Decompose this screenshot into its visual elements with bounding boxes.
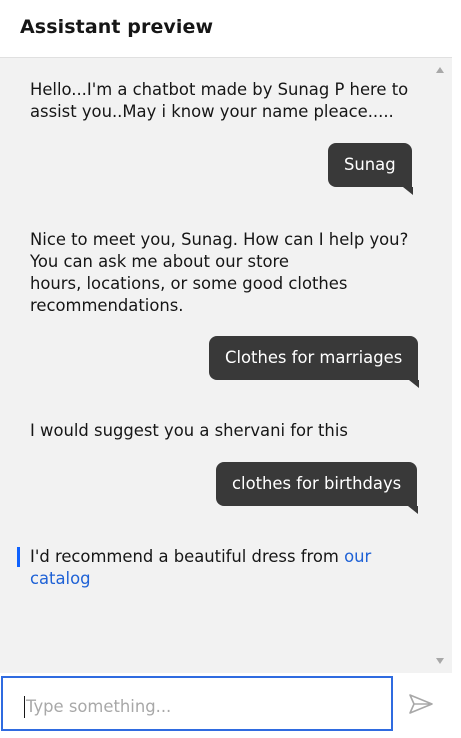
page-title: Assistant preview [20, 16, 214, 38]
bot-message: Hello...I'm a chatbot made by Sunag P he… [30, 79, 410, 123]
scrollbar[interactable] [430, 58, 452, 673]
user-message: Clothes for marriages [209, 336, 420, 388]
message-line: assist you..May i know your name pleace.… [30, 102, 394, 121]
text-caret [24, 696, 25, 718]
scroll-up-arrow-icon[interactable] [436, 67, 444, 73]
message-list[interactable]: Hello...I'm a chatbot made by Sunag P he… [0, 58, 430, 673]
message-line: hours, locations, or some good clothes [30, 274, 348, 293]
bot-message: I'd recommend a beautiful dress from our… [30, 546, 410, 590]
scroll-down-arrow-icon[interactable] [436, 658, 444, 664]
send-icon [409, 694, 433, 714]
catalog-link[interactable]: catalog [30, 568, 410, 590]
assistant-panel: Assistant preview Hello...I'm a chatbot … [0, 0, 452, 738]
message-line: You can ask me about our store [30, 252, 289, 271]
message-text: I'd recommend a beautiful dress from [30, 547, 345, 566]
bot-message: Nice to meet you, Sunag. How can I help … [30, 229, 410, 317]
focus-indicator [17, 547, 20, 567]
user-message: Sunag [328, 143, 413, 195]
message-line: I'd recommend a beautiful dress from our [30, 546, 410, 568]
message-input[interactable]: Type something... [1, 676, 393, 731]
input-placeholder: Type something... [26, 697, 172, 716]
message-line: I would suggest you a shervani for this [30, 421, 348, 440]
message-line: Nice to meet you, Sunag. How can I help … [30, 230, 409, 249]
bot-message: I would suggest you a shervani for this [30, 420, 410, 442]
input-area: Type something... [0, 673, 452, 738]
message-line: Hello...I'm a chatbot made by Sunag P he… [30, 80, 409, 99]
message-line: recommendations. [30, 296, 184, 315]
user-message: clothes for birthdays [216, 462, 419, 514]
header: Assistant preview [0, 0, 452, 58]
send-button[interactable] [404, 687, 438, 721]
catalog-link[interactable]: our [344, 547, 371, 566]
